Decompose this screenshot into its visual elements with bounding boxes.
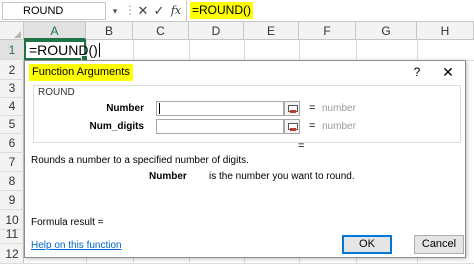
- column-headers: A B C D E F G H: [0, 22, 474, 40]
- num-digits-arg-label: Num_digits: [89, 121, 144, 132]
- row-header[interactable]: 2: [0, 60, 24, 80]
- column-header-b[interactable]: B: [86, 22, 133, 40]
- cell-a1-text: =ROUND(): [29, 42, 98, 58]
- function-description: Rounds a number to a specified number of…: [31, 155, 249, 166]
- column-header-a[interactable]: A: [24, 22, 86, 40]
- insert-function-fx-icon[interactable]: fx: [168, 2, 184, 20]
- function-arguments-dialog: Function Arguments ? ✕ ROUND Number = nu…: [24, 60, 466, 258]
- num-digits-type-hint: number: [322, 121, 356, 132]
- row-header[interactable]: 12: [0, 244, 24, 264]
- formula-content: =ROUND(): [190, 2, 253, 19]
- name-box-value: ROUND: [23, 5, 64, 17]
- row-header[interactable]: 8: [0, 171, 24, 191]
- formula-bar: ROUND ▾ ⋮ ✕ ✓ fx =ROUND(): [0, 0, 474, 22]
- close-icon[interactable]: ✕: [439, 63, 457, 81]
- row-header[interactable]: 1: [0, 40, 24, 60]
- number-arg-label: Number: [106, 103, 144, 114]
- column-header-h[interactable]: H: [417, 22, 474, 40]
- row-header[interactable]: 4: [0, 96, 24, 116]
- num-digits-input[interactable]: [156, 119, 284, 134]
- argument-description-text: is the number you want to round.: [209, 171, 355, 182]
- row-headers: 1 2 3 4 5 6 7 8 9 10 11 12: [0, 40, 24, 264]
- num-digits-equals: =: [309, 120, 316, 132]
- dialog-title: Function Arguments: [29, 64, 133, 81]
- text-cursor: [98, 43, 100, 57]
- formula-result: Formula result =: [31, 217, 104, 228]
- name-box-dropdown-icon[interactable]: ▾: [110, 4, 120, 18]
- arguments-group: ROUND Number = number Num_digits = numbe…: [33, 85, 461, 143]
- row-header[interactable]: 3: [0, 78, 24, 98]
- select-all-corner[interactable]: [0, 22, 24, 40]
- input-caret: [159, 103, 160, 114]
- column-header-c[interactable]: C: [133, 22, 189, 40]
- collapse-dialog-icon[interactable]: [284, 119, 300, 134]
- name-box[interactable]: ROUND: [2, 2, 106, 20]
- argument-description-name: Number: [149, 171, 187, 182]
- result-equals: =: [298, 140, 305, 152]
- cancel-button[interactable]: Cancel: [414, 235, 464, 254]
- column-header-d[interactable]: D: [189, 22, 244, 40]
- enter-checkmark-icon[interactable]: ✓: [152, 3, 166, 19]
- help-on-function-link[interactable]: Help on this function: [31, 240, 122, 251]
- row-header[interactable]: 9: [0, 190, 24, 210]
- column-header-g[interactable]: G: [356, 22, 417, 40]
- help-icon[interactable]: ?: [409, 63, 425, 81]
- ok-button[interactable]: OK: [342, 235, 392, 254]
- number-equals: =: [309, 102, 316, 114]
- row-header[interactable]: 7: [0, 152, 24, 172]
- formula-bar-splitter-icon[interactable]: ⋮: [124, 4, 136, 18]
- function-name-label: ROUND: [38, 87, 75, 98]
- cell-a1-value: =ROUND(): [29, 41, 100, 59]
- number-type-hint: number: [322, 103, 356, 114]
- number-input[interactable]: [156, 101, 284, 116]
- row-header[interactable]: 6: [0, 133, 24, 153]
- row-header[interactable]: 11: [0, 224, 24, 244]
- cancel-entry-icon[interactable]: ✕: [136, 3, 150, 19]
- column-header-e[interactable]: E: [244, 22, 299, 40]
- row-header[interactable]: 5: [0, 114, 24, 134]
- column-header-f[interactable]: F: [299, 22, 356, 40]
- collapse-dialog-icon[interactable]: [284, 101, 300, 116]
